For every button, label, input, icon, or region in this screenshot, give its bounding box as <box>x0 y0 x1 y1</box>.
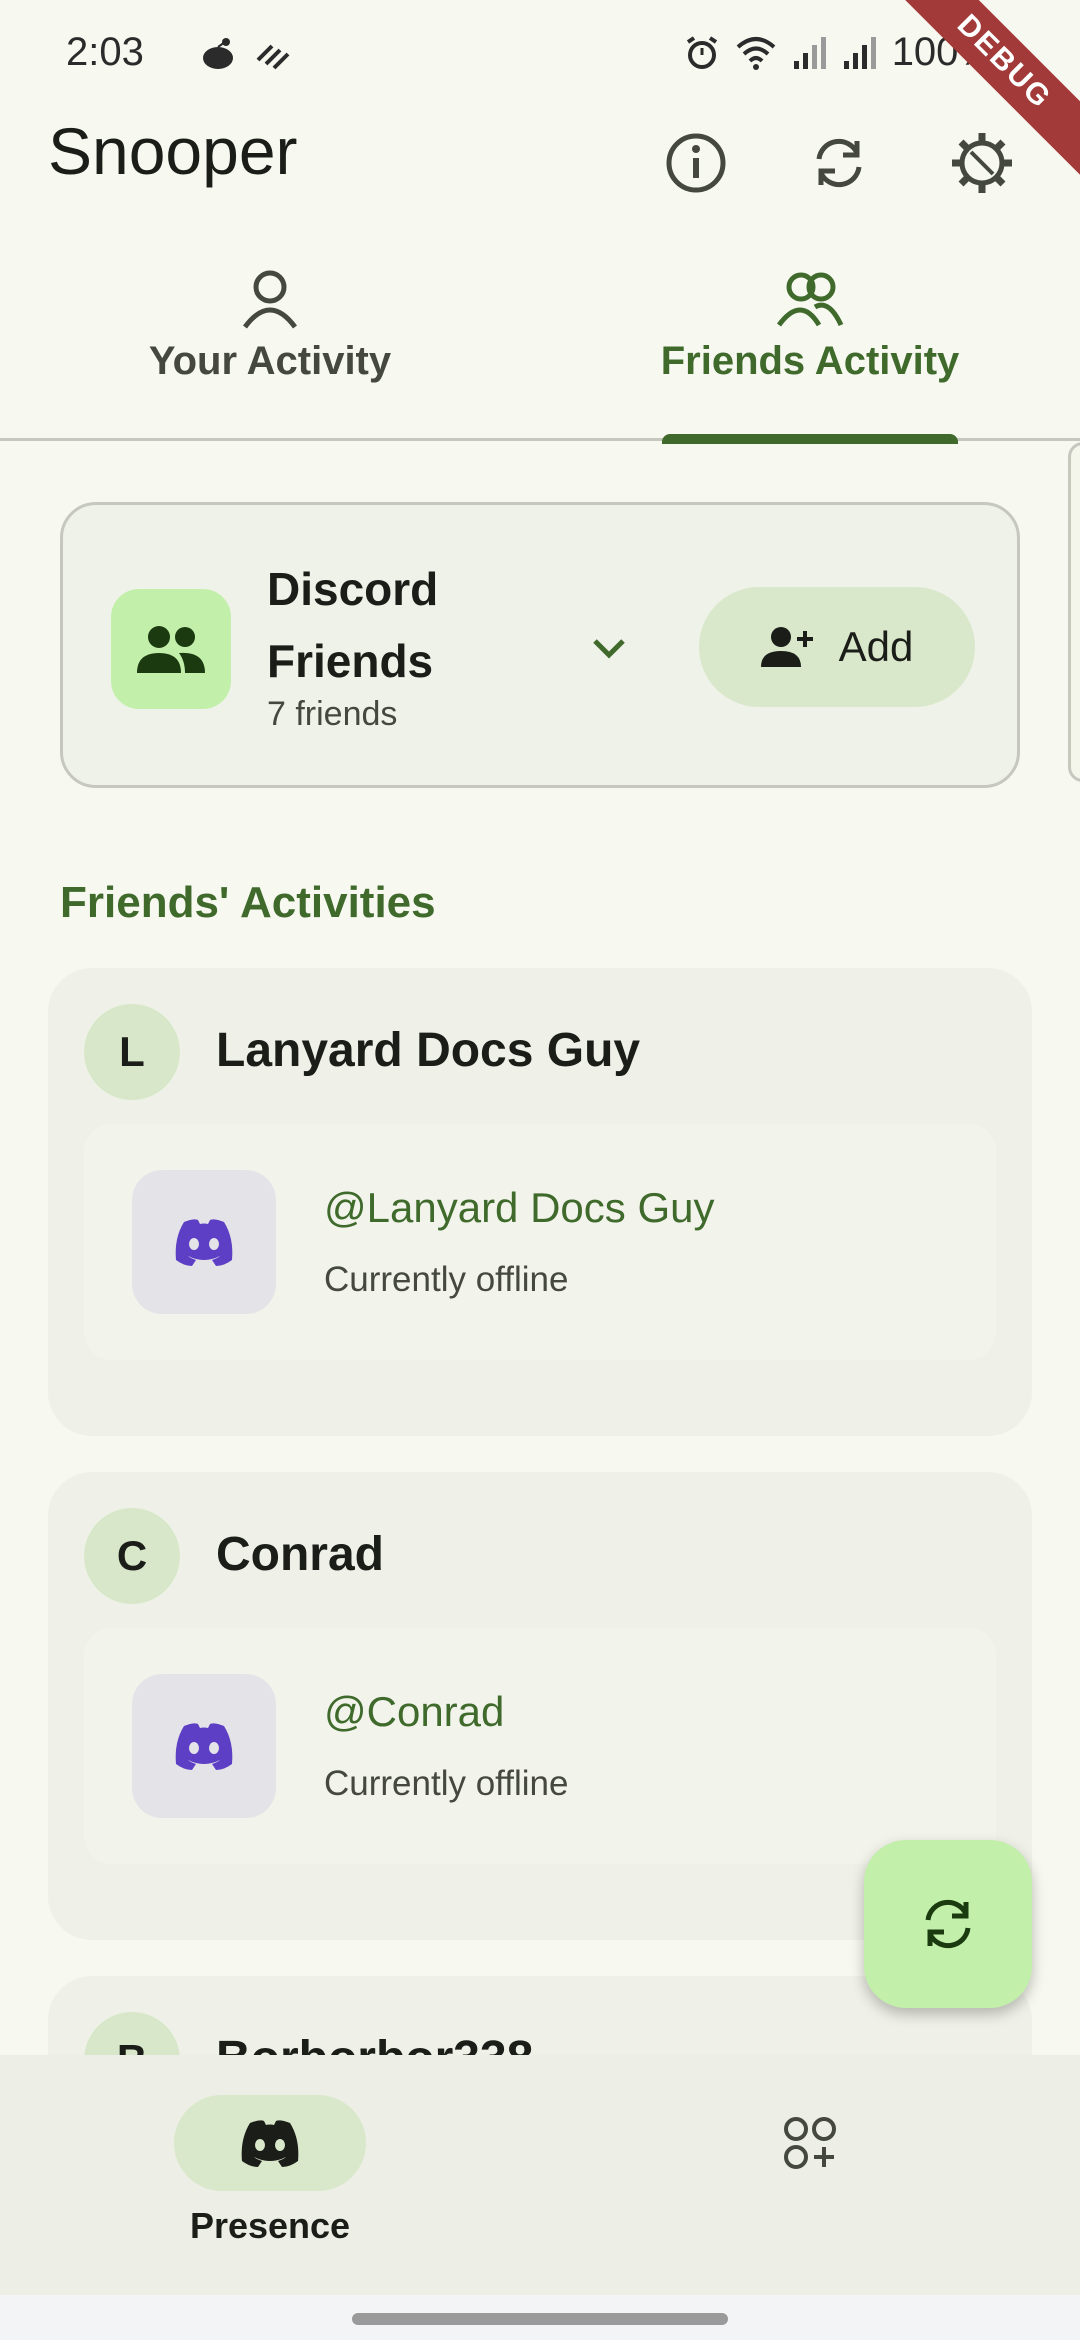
screen: 2:03 100% DEBUG Snooper Your Activity Fr… <box>0 0 1080 2340</box>
group-friend-count: 7 friends <box>267 695 398 733</box>
person-add-icon <box>760 627 813 667</box>
status-time: 2:03 <box>66 30 144 74</box>
group-name: Discord Friends <box>267 563 439 687</box>
nav-label: Presence <box>189 2205 351 2246</box>
friend-group-card[interactable]: Discord Friends 7 friends Add <box>60 502 1020 788</box>
alarm-icon <box>686 35 717 69</box>
settings-icon <box>952 133 1012 193</box>
wifi-icon <box>736 36 776 70</box>
signal-icon <box>793 36 826 69</box>
avatar: C <box>84 1508 180 1604</box>
presence-row[interactable]: @Conrad Currently offline <box>84 1628 996 1864</box>
gesture-bar-area <box>0 2295 1080 2340</box>
tab-label: Your Activity <box>148 339 392 383</box>
discord-icon <box>175 1219 233 1266</box>
discord-badge <box>132 1170 276 1314</box>
discord-icon <box>241 2120 299 2167</box>
discord-handle: @Conrad <box>324 1688 505 1735</box>
app-bar: Snooper <box>0 105 1080 255</box>
info-icon <box>666 133 726 193</box>
satellite-notification-icon <box>256 44 290 70</box>
signal-icon-2 <box>843 36 876 69</box>
info-button[interactable] <box>654 121 738 205</box>
nav-indicator <box>174 2095 366 2191</box>
discord-icon <box>175 1723 233 1770</box>
refresh-button[interactable] <box>797 121 881 205</box>
person-icon <box>242 270 298 329</box>
add-apps-icon <box>784 2117 836 2169</box>
tab-your-activity[interactable]: Your Activity <box>0 255 540 441</box>
tab-indicator <box>662 434 958 444</box>
settings-button[interactable] <box>940 121 1024 205</box>
notification-icons <box>198 34 292 74</box>
section-title: Friends' Activities <box>60 878 436 927</box>
home-gesture-handle[interactable] <box>352 2313 728 2325</box>
status-bar: 2:03 100% DEBUG <box>0 0 1080 180</box>
people-icon <box>776 272 844 327</box>
presence-status: Currently offline <box>324 1260 569 1299</box>
friend-name: Lanyard Docs Guy <box>216 1024 641 1077</box>
presence-row[interactable]: @Lanyard Docs Guy Currently offline <box>84 1124 996 1360</box>
next-page-card-edge <box>1068 442 1080 782</box>
friend-card[interactable]: L Lanyard Docs Guy @Lanyard Docs Guy Cur… <box>48 968 1032 1436</box>
tab-label: Friends Activity <box>660 339 960 383</box>
nav-add-apps[interactable] <box>540 2095 1080 2191</box>
nav-indicator <box>714 2095 906 2191</box>
group-icon <box>137 626 205 673</box>
add-button-label: Add <box>838 623 914 670</box>
chevron-down-icon[interactable] <box>579 619 639 679</box>
tab-friends-activity[interactable]: Friends Activity <box>540 255 1080 444</box>
add-friend-button[interactable]: Add <box>699 587 975 707</box>
group-avatar <box>111 589 231 709</box>
discord-handle: @Lanyard Docs Guy <box>324 1184 715 1231</box>
presence-status: Currently offline <box>324 1764 569 1803</box>
refresh-icon <box>925 1899 971 1949</box>
friend-name: Conrad <box>216 1528 384 1581</box>
refresh-icon <box>816 138 862 188</box>
avatar: L <box>84 1004 180 1100</box>
tab-bar: Your Activity Friends Activity <box>0 255 1080 444</box>
nav-presence[interactable]: Presence <box>0 2095 540 2247</box>
discord-badge <box>132 1674 276 1818</box>
reddit-notification-icon <box>203 38 233 69</box>
refresh-fab[interactable] <box>864 1840 1032 2008</box>
bottom-navigation: Presence <box>0 2055 1080 2295</box>
app-title: Snooper <box>48 114 298 188</box>
